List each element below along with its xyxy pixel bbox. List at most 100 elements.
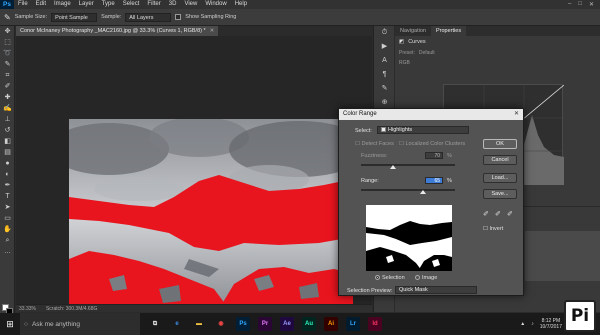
move-tool-icon[interactable]: ✥ [0, 26, 15, 37]
blur-tool-icon[interactable]: ● [0, 158, 15, 169]
menu-view[interactable]: View [180, 0, 201, 9]
character-icon[interactable]: A [374, 54, 395, 68]
clock[interactable]: 8:12 PM 10/7/2017 [540, 318, 562, 330]
show-sampling-ring-checkbox[interactable] [175, 14, 182, 20]
range-slider[interactable] [361, 189, 455, 191]
taskbar-app-id-icon[interactable]: Id [368, 317, 382, 331]
selection-preview-select[interactable]: Quick Mask [395, 286, 477, 294]
dialog-close-icon[interactable]: ✕ [514, 109, 519, 120]
marquee-tool-icon[interactable]: ⬚ [0, 37, 15, 48]
eyedropper-minus-icon[interactable]: ✐ [507, 210, 513, 218]
tab-navigation[interactable]: Navigation [395, 26, 431, 36]
taskbar-app-au-icon[interactable]: Au [302, 317, 316, 331]
cancel-button[interactable]: Cancel [483, 155, 517, 165]
landscape-photo[interactable] [69, 119, 353, 309]
ok-button[interactable]: OK [483, 139, 517, 149]
eyedropper-icon[interactable]: ✎ [4, 13, 11, 22]
preset-select[interactable]: Default [419, 50, 435, 56]
pen-tool-icon[interactable]: ✒ [0, 180, 15, 191]
actions-icon[interactable]: ▶ [374, 40, 395, 54]
detect-faces-checkbox[interactable]: ☐ Detect Faces [355, 141, 394, 147]
sample-select[interactable]: All Layers [125, 12, 172, 22]
gradient-tool-icon[interactable]: ▤ [0, 147, 15, 158]
eyedropper-tool-icon[interactable]: ✐ [0, 81, 15, 92]
eyedropper-icon[interactable]: ✐ [483, 210, 489, 218]
menu-layer[interactable]: Layer [75, 0, 98, 9]
minimize-icon[interactable]: – [568, 1, 571, 8]
quick-select-tool-icon[interactable]: ✎ [0, 59, 15, 70]
lasso-tool-icon[interactable]: ➰ [0, 48, 15, 59]
taskbar-app-pr-icon[interactable]: Pr [258, 317, 272, 331]
edge-icon[interactable]: e [170, 317, 184, 331]
scratch-info: Scratch: 300.3M/4.68G [45, 305, 98, 312]
history-brush-icon[interactable]: ↺ [0, 125, 15, 136]
eyedropper-plus-icon[interactable]: ✐ [495, 210, 501, 218]
menu-type[interactable]: Type [98, 0, 119, 9]
tab-properties[interactable]: Properties [431, 26, 467, 36]
selection-preview-thumbnail [366, 205, 452, 271]
network-icon[interactable]: ▲ [520, 321, 525, 327]
menu-edit[interactable]: Edit [32, 0, 50, 9]
menu-image[interactable]: Image [50, 0, 75, 9]
eraser-tool-icon[interactable]: ◧ [0, 136, 15, 147]
menu-window[interactable]: Window [201, 0, 230, 9]
highlights-swatch [381, 127, 386, 133]
sample-label: Sample: [101, 14, 122, 20]
selection-radio[interactable]: Selection [375, 275, 405, 281]
pi-logo-badge: Pi [564, 300, 596, 332]
invert-checkbox[interactable]: ☐ Invert [483, 226, 503, 232]
localized-clusters-checkbox[interactable]: ☐ Localized Color Clusters [399, 141, 465, 147]
dodge-tool-icon[interactable]: ◐ [0, 169, 15, 180]
crop-tool-icon[interactable]: ⌗ [0, 70, 15, 81]
fuzziness-slider[interactable] [361, 164, 455, 166]
fuzziness-unit: % [447, 153, 452, 159]
taskbar-search[interactable]: ○ Ask me anything [20, 313, 140, 335]
path-select-icon[interactable]: ➤ [0, 202, 15, 213]
taskbar-app-lr-icon[interactable]: Lr [346, 317, 360, 331]
close-document-icon[interactable]: ✕ [210, 28, 215, 34]
maximize-icon[interactable]: □ [578, 1, 582, 8]
menu-select[interactable]: Select [119, 0, 144, 9]
more-tools-icon[interactable]: … [0, 246, 15, 257]
dialog-title: Color Range [343, 111, 377, 117]
fuzziness-slider-thumb[interactable] [390, 165, 396, 169]
taskbar-app-ai-icon[interactable]: Ai [324, 317, 338, 331]
range-input[interactable]: 65 [425, 177, 443, 184]
localized-clusters-label: Localized Color Clusters [405, 141, 466, 147]
document-tab[interactable]: Conor McInaney Photography _MAC2160.jpg … [16, 26, 219, 36]
zoom-tool-icon[interactable]: ⌕ [0, 235, 15, 246]
brush-settings-icon[interactable]: ✎ [374, 82, 395, 96]
range-slider-thumb[interactable] [420, 190, 426, 194]
selection-preview-label: Selection Preview: [347, 288, 393, 294]
menu-help[interactable]: Help [231, 0, 251, 9]
paragraph-icon[interactable]: ¶ [374, 68, 395, 82]
load-button[interactable]: Load... [483, 173, 517, 183]
menu-file[interactable]: File [14, 0, 32, 9]
menu-filter[interactable]: Filter [143, 0, 164, 9]
image-radio[interactable]: Image [415, 275, 437, 281]
zoom-level[interactable]: 33.33% [19, 306, 36, 312]
fuzziness-input[interactable]: 70 [425, 152, 443, 159]
type-tool-icon[interactable]: T [0, 191, 15, 202]
file-explorer-icon[interactable]: ▬ [192, 317, 206, 331]
chrome-icon[interactable]: ◉ [214, 317, 228, 331]
stamp-tool-icon[interactable]: ⊥ [0, 114, 15, 125]
task-view-icon[interactable]: ⧉ [148, 317, 162, 331]
select-value: Highlights [388, 127, 413, 133]
menu-3d[interactable]: 3D [165, 0, 181, 9]
history-icon[interactable]: ⏱ [374, 26, 395, 40]
channel-select[interactable]: RGB [399, 60, 410, 66]
volume-icon[interactable]: ♪ [531, 321, 534, 327]
windows-start-icon[interactable]: ⊞ [0, 319, 20, 330]
select-dropdown[interactable]: Highlights [377, 126, 469, 134]
taskbar-app-ps-icon[interactable]: Ps [236, 317, 250, 331]
brush-tool-icon[interactable]: ✍ [0, 103, 15, 114]
hand-tool-icon[interactable]: ✋ [0, 224, 15, 235]
sample-size-select[interactable]: Point Sample [51, 12, 98, 22]
healing-tool-icon[interactable]: ✚ [0, 92, 15, 103]
shape-tool-icon[interactable]: ▭ [0, 213, 15, 224]
taskbar-app-ae-icon[interactable]: Ae [280, 317, 294, 331]
range-unit: % [447, 178, 452, 184]
close-icon[interactable]: ✕ [589, 1, 594, 8]
save-button[interactable]: Save... [483, 189, 517, 199]
